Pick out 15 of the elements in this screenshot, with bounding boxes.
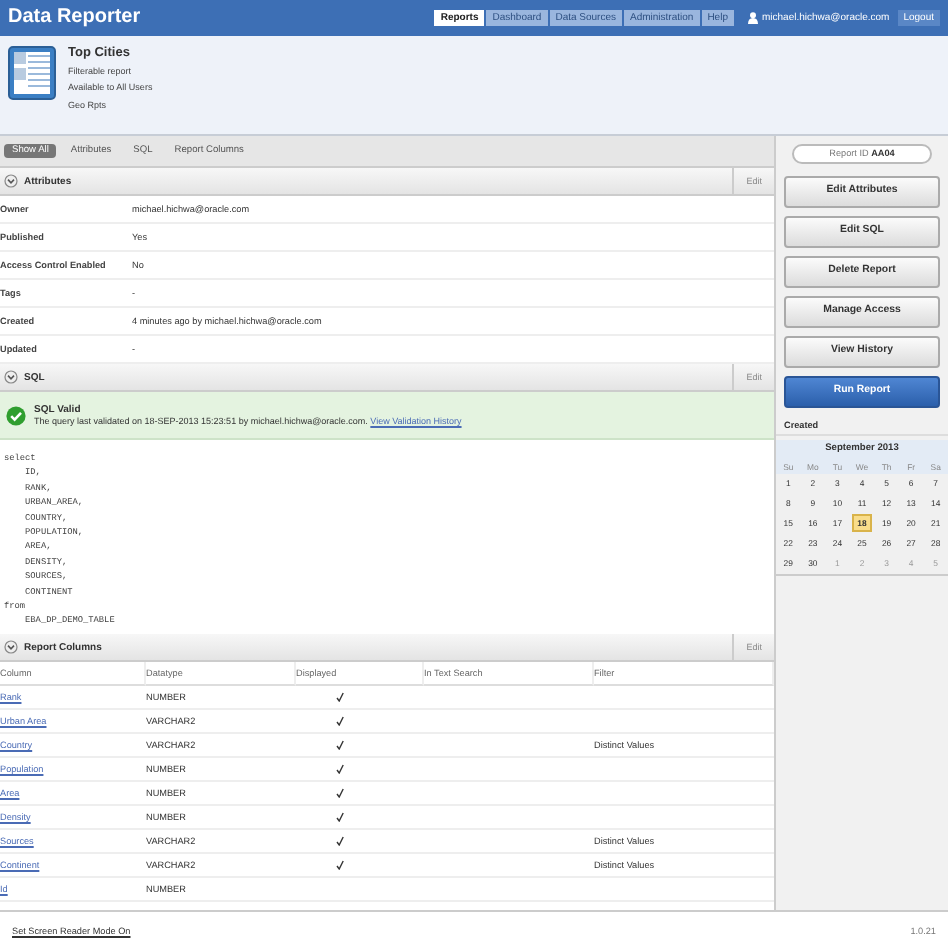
collapse-icon xyxy=(4,174,18,188)
check-icon xyxy=(336,788,344,798)
check-circle-icon xyxy=(6,405,26,425)
check-icon xyxy=(336,860,344,870)
check-icon xyxy=(336,740,344,750)
check-icon xyxy=(336,764,344,774)
report-icon xyxy=(8,46,56,100)
collapse-icon xyxy=(4,640,18,654)
check-icon xyxy=(336,812,344,822)
check-icon xyxy=(336,836,344,846)
user-icon xyxy=(747,12,758,24)
check-icon xyxy=(336,716,344,726)
app-title: Data Reporter xyxy=(8,6,143,30)
check-icon xyxy=(336,692,344,702)
collapse-icon xyxy=(4,370,18,384)
